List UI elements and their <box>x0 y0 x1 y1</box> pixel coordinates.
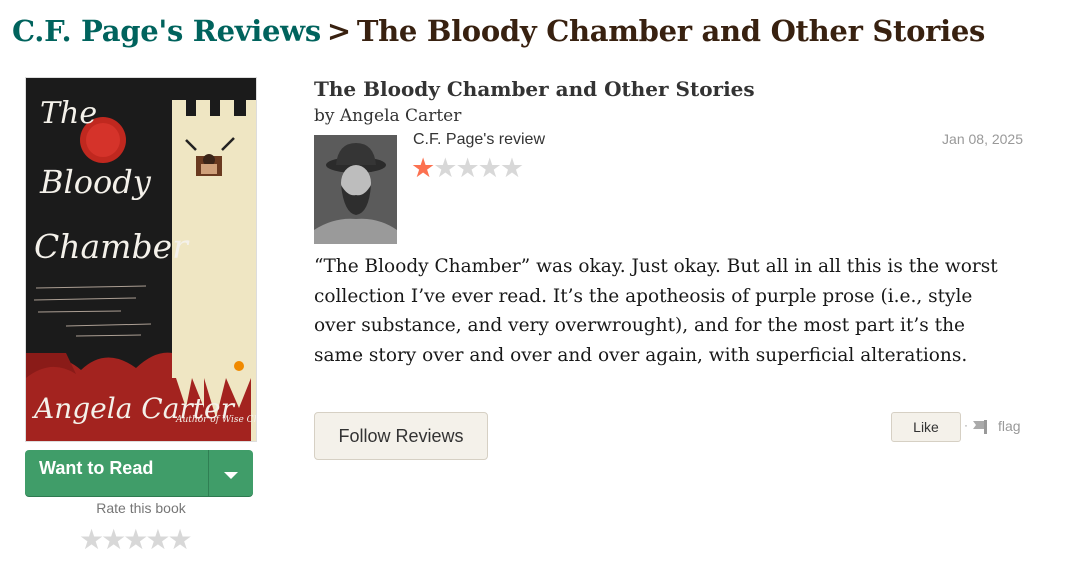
book-title[interactable]: The Bloody Chamber and Other Stories <box>314 77 755 101</box>
want-to-read-button[interactable]: Want to Read <box>25 450 253 496</box>
book-author-line: by Angela Carter <box>314 106 461 126</box>
flag-icon[interactable] <box>972 419 990 435</box>
want-to-read-label[interactable]: Want to Read <box>25 450 208 496</box>
chevron-down-icon <box>224 471 238 479</box>
svg-text:Author of Wise Children: Author of Wise Children <box>175 415 256 425</box>
review-date[interactable]: Jan 08, 2025 <box>942 131 1023 147</box>
shelf-dropdown-button[interactable] <box>208 450 253 496</box>
breadcrumb: C.F. Page's Reviews > The Bloody Chamber a… <box>12 14 985 48</box>
reviewer-name-link[interactable]: C.F. Page's <box>413 131 494 148</box>
book-cover-art: The Bloody Chamber Angela Carter Author … <box>26 78 256 441</box>
avatar-photo <box>314 135 397 244</box>
reviewer-avatar[interactable] <box>314 135 397 244</box>
svg-text:Chamber: Chamber <box>34 227 190 266</box>
action-separator: · <box>964 418 968 432</box>
review-star-icon: ★ <box>499 153 525 184</box>
rate-this-book-label: Rate this book <box>96 500 186 516</box>
breadcrumb-reviews-link[interactable]: C.F. Page's Reviews <box>12 14 321 48</box>
review-star-icon: ★ <box>477 153 502 184</box>
breadcrumb-separator: > <box>326 14 351 48</box>
flag-link[interactable]: flag <box>998 418 1021 434</box>
like-button[interactable]: Like <box>891 412 961 442</box>
review-rating-stars: ★ ★ ★ ★ ★ <box>411 153 525 184</box>
breadcrumb-current: The Bloody Chamber and Other Stories <box>356 14 986 48</box>
book-cover[interactable]: The Bloody Chamber Angela Carter Author … <box>25 77 257 442</box>
svg-text:The: The <box>40 96 97 131</box>
rate-star-icon[interactable]: ★ <box>167 526 192 554</box>
review-star-icon: ★ <box>455 153 480 184</box>
by-label: by <box>314 106 335 126</box>
svg-text:Bloody: Bloody <box>39 163 152 201</box>
rate-this-book-stars[interactable]: ★ ★ ★ ★ ★ <box>79 526 193 554</box>
author-link[interactable]: Angela Carter <box>340 106 461 126</box>
review-star-icon: ★ <box>433 153 458 184</box>
follow-reviews-button[interactable]: Follow Reviews <box>314 412 488 460</box>
review-text: “The Bloody Chamber” was okay. Just okay… <box>314 256 998 366</box>
review-suffix: review <box>494 131 545 148</box>
reviewer-line: C.F. Page's review <box>413 131 545 149</box>
review-star-icon: ★ <box>411 153 436 184</box>
